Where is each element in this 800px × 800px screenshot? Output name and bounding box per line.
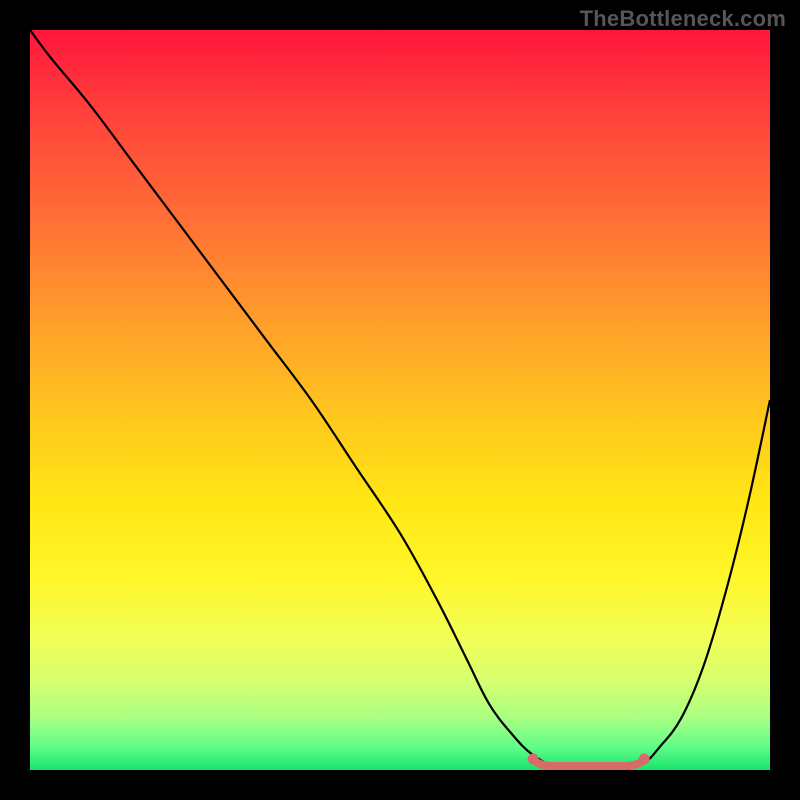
bottleneck-curve [30,30,770,770]
watermark-text: TheBottleneck.com [580,6,786,32]
optimal-zone-left-cap [528,754,539,765]
plot-area [30,30,770,770]
curve-overlay [30,30,770,770]
optimal-zone-right-cap [639,754,650,765]
optimal-zone-highlight [533,760,644,766]
chart-frame: TheBottleneck.com [0,0,800,800]
